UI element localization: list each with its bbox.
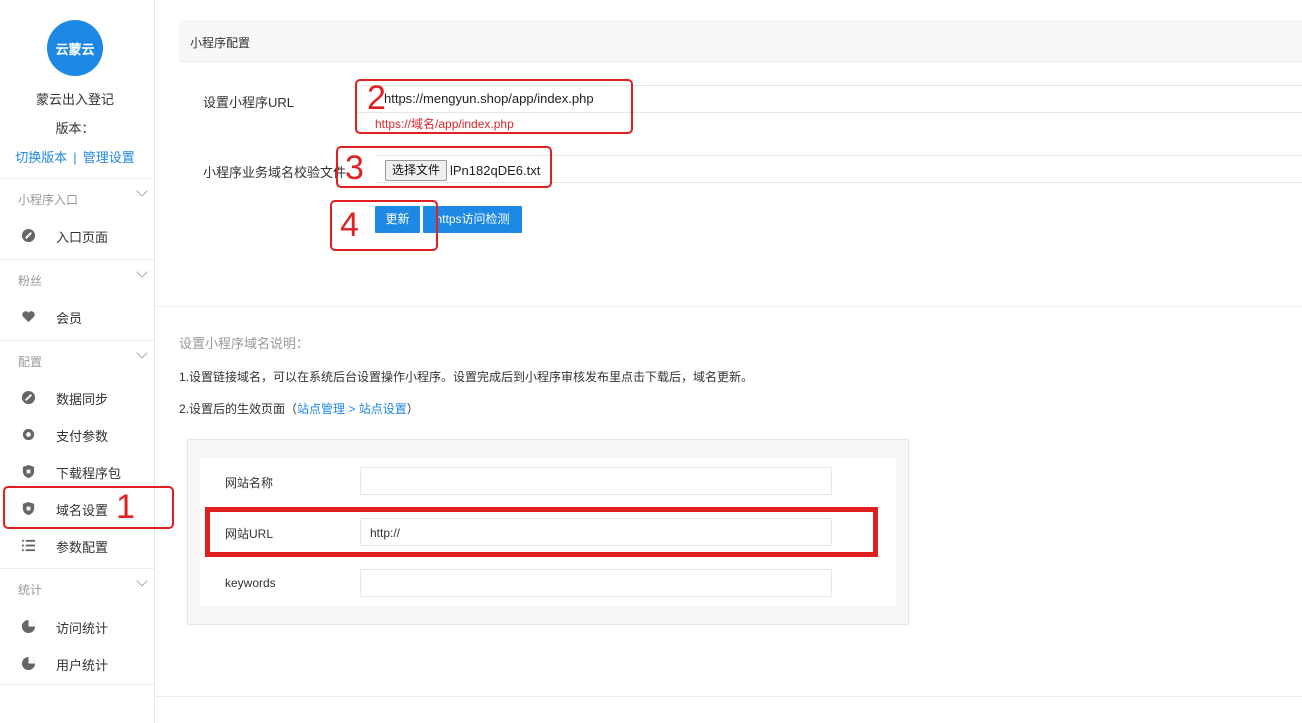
chevron-down-icon bbox=[136, 347, 148, 359]
pie-icon bbox=[21, 656, 36, 671]
sidebar: 云蒙云 蒙云出入登记 版本： 切换版本 | 管理设置 小程序入口 入口页面 粉丝 会… bbox=[0, 0, 155, 723]
site-name-input[interactable] bbox=[360, 467, 832, 495]
sidebar-item-visit-stats[interactable]: 访问统计 bbox=[0, 608, 155, 644]
panel-header: 小程序配置 bbox=[179, 20, 1302, 62]
section-divider bbox=[155, 306, 1302, 307]
sidebar-item-member[interactable]: 会员 bbox=[0, 298, 155, 334]
sidebar-item-download-package[interactable]: 下载程序包 bbox=[0, 453, 155, 489]
manage-settings-link[interactable]: 管理设置 bbox=[83, 150, 135, 165]
chevron-down-icon bbox=[136, 266, 148, 278]
annotation-number-3: 3 bbox=[345, 149, 364, 187]
sidebar-item-params[interactable]: 参数配置 bbox=[0, 527, 155, 563]
chevron-down-icon bbox=[136, 185, 148, 197]
annotation-box-3 bbox=[336, 146, 552, 188]
sidebar-item-payment[interactable]: 支付参数 bbox=[0, 416, 155, 452]
description-line-1: 1.设置链接域名，可以在系统后台设置操作小程序。设置完成后到小程序审核发布里点击… bbox=[179, 370, 754, 384]
list-icon bbox=[21, 539, 36, 552]
annotation-box-1 bbox=[3, 486, 174, 529]
annotation-number-2: 2 bbox=[367, 79, 386, 117]
description-title: 设置小程序域名说明： bbox=[179, 336, 310, 351]
site-manage-link[interactable]: 站点管理 bbox=[297, 402, 345, 416]
file-label: 小程序业务域名校验文件 bbox=[203, 165, 347, 180]
panel-title: 小程序配置 bbox=[190, 36, 251, 50]
heart-icon bbox=[22, 311, 35, 323]
annotation-number-4: 4 bbox=[340, 206, 359, 244]
chevron-down-icon bbox=[136, 575, 148, 587]
link-icon bbox=[21, 390, 36, 405]
annotation-box-2 bbox=[355, 79, 633, 134]
group-fans[interactable]: 粉丝 bbox=[0, 259, 155, 289]
bottom-divider bbox=[155, 696, 1302, 697]
version-label: 版本： bbox=[55, 121, 95, 136]
sidebar-item-entry-page[interactable]: 入口页面 bbox=[0, 217, 155, 253]
shield-icon bbox=[22, 464, 35, 479]
annotation-box-site-url bbox=[205, 507, 878, 557]
group-mini-entry[interactable]: 小程序入口 bbox=[0, 178, 155, 208]
sidebar-item-data-sync[interactable]: 数据同步 bbox=[0, 379, 155, 415]
site-name-label: 网站名称 bbox=[225, 476, 274, 490]
site-settings-link[interactable]: 站点设置 bbox=[359, 402, 407, 416]
url-label: 设置小程序URL bbox=[203, 95, 295, 110]
app-name: 蒙云出入登记 bbox=[35, 92, 114, 107]
link-icon bbox=[21, 228, 36, 243]
keywords-label: keywords bbox=[225, 576, 276, 590]
sidebar-bottom-divider bbox=[0, 684, 155, 714]
group-config[interactable]: 配置 bbox=[0, 340, 155, 370]
sidebar-links: 切换版本 | 管理设置 bbox=[15, 150, 135, 165]
description-line-2: 2.设置后的生效页面（站点管理 > 站点设置） bbox=[179, 402, 419, 416]
group-stats[interactable]: 统计 bbox=[0, 568, 155, 598]
gear-icon bbox=[22, 428, 35, 441]
sidebar-item-user-stats[interactable]: 用户统计 bbox=[0, 645, 155, 681]
app-logo: 云蒙云 bbox=[47, 20, 103, 76]
pie-icon bbox=[21, 619, 36, 634]
keywords-input[interactable] bbox=[360, 569, 832, 597]
switch-version-link[interactable]: 切换版本 bbox=[15, 150, 67, 165]
annotation-number-1: 1 bbox=[116, 488, 135, 526]
